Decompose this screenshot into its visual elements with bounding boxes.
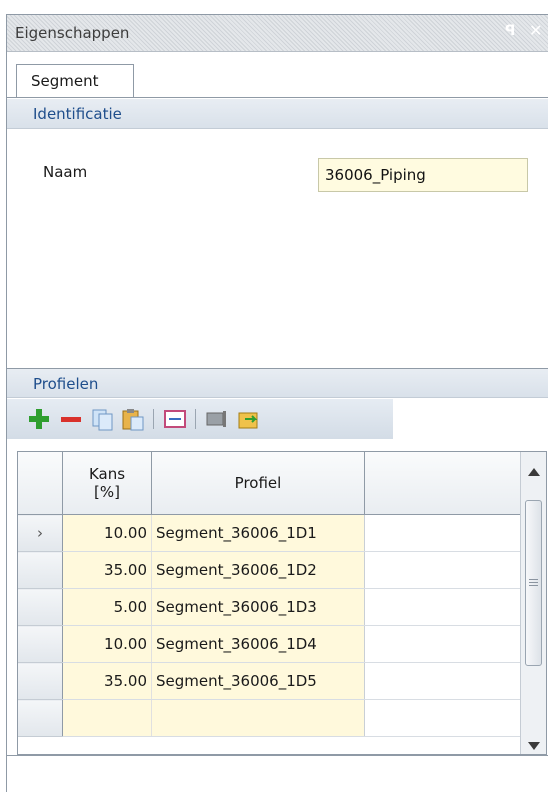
naam-input[interactable] <box>318 158 528 192</box>
profiel-cell[interactable]: Segment_36006_1D5 <box>151 662 365 700</box>
empty-cell <box>364 588 525 626</box>
column-header-row[interactable] <box>18 452 63 515</box>
kans-cell[interactable]: 10.00 <box>62 514 152 552</box>
table-row[interactable]: 35.00 Segment_36006_1D2 <box>18 551 525 589</box>
empty-cell <box>364 551 525 589</box>
row-selector[interactable] <box>18 551 63 589</box>
row-selector[interactable] <box>18 662 63 700</box>
empty-cell <box>364 699 525 737</box>
toolbar-separator <box>195 409 196 429</box>
toolbar-separator <box>153 409 154 429</box>
scroll-up-icon[interactable] <box>528 468 540 476</box>
kans-cell[interactable]: 5.00 <box>62 588 152 626</box>
naam-label: Naam <box>43 163 88 181</box>
profiel-cell[interactable] <box>151 699 365 737</box>
profielen-grid[interactable]: Kans [%] Profiel › 10.00 Segment_36006_1… <box>17 451 547 755</box>
scroll-down-icon[interactable] <box>528 742 540 750</box>
tab-segment[interactable]: Segment <box>16 64 134 97</box>
section-header-identificatie[interactable]: Identificatie <box>7 99 548 129</box>
remove-icon[interactable] <box>59 407 83 431</box>
row-selector[interactable] <box>18 588 63 626</box>
table-row[interactable]: 10.00 Segment_36006_1D4 <box>18 625 525 663</box>
properties-panel: Eigenschappen ꟼ ✕ Segment Identificatie … <box>6 14 548 794</box>
panel-titlebar[interactable]: Eigenschappen ꟼ ✕ <box>7 15 548 52</box>
tab-strip: Segment <box>7 52 548 97</box>
panel-footer <box>7 755 548 794</box>
profile-settings-icon[interactable] <box>205 407 229 431</box>
kans-cell[interactable]: 10.00 <box>62 625 152 663</box>
profielen-table: Kans [%] Profiel › 10.00 Segment_36006_1… <box>18 452 525 737</box>
pin-icon[interactable]: ꟼ <box>505 23 515 39</box>
grip-icon <box>529 579 538 580</box>
profiel-cell[interactable]: Segment_36006_1D2 <box>151 551 365 589</box>
kans-cell[interactable]: 35.00 <box>62 551 152 589</box>
add-icon[interactable] <box>27 407 51 431</box>
empty-cell <box>364 625 525 663</box>
row-selector[interactable] <box>18 699 63 737</box>
profiel-cell[interactable]: Segment_36006_1D3 <box>151 588 365 626</box>
paste-icon[interactable] <box>121 407 145 431</box>
column-header-extra[interactable] <box>364 452 525 515</box>
kans-cell[interactable]: 35.00 <box>62 662 152 700</box>
copy-icon[interactable] <box>91 407 115 431</box>
close-icon[interactable]: ✕ <box>529 21 542 40</box>
kans-cell[interactable] <box>62 699 152 737</box>
section-header-profielen[interactable]: Profielen <box>7 368 548 398</box>
profiel-cell[interactable]: Segment_36006_1D1 <box>151 514 365 552</box>
table-row[interactable] <box>18 699 525 737</box>
vertical-scrollbar[interactable] <box>520 452 546 754</box>
column-header-kans[interactable]: Kans [%] <box>62 452 152 515</box>
scrollbar-thumb[interactable] <box>525 500 542 666</box>
column-header-profiel[interactable]: Profiel <box>151 452 365 515</box>
table-row[interactable]: 35.00 Segment_36006_1D5 <box>18 662 525 700</box>
empty-cell <box>364 514 525 552</box>
edit-profile-icon[interactable] <box>163 407 187 431</box>
panel-title: Eigenschappen <box>15 24 130 42</box>
import-icon[interactable] <box>237 407 261 431</box>
table-row[interactable]: 5.00 Segment_36006_1D3 <box>18 588 525 626</box>
tab-divider <box>7 97 548 98</box>
profiel-cell[interactable]: Segment_36006_1D4 <box>151 625 365 663</box>
table-row[interactable]: › 10.00 Segment_36006_1D1 <box>18 514 525 552</box>
profielen-toolbar <box>7 399 393 439</box>
row-selector[interactable] <box>18 625 63 663</box>
current-row-icon: › <box>37 524 43 542</box>
empty-cell <box>364 662 525 700</box>
row-selector[interactable]: › <box>18 514 63 552</box>
